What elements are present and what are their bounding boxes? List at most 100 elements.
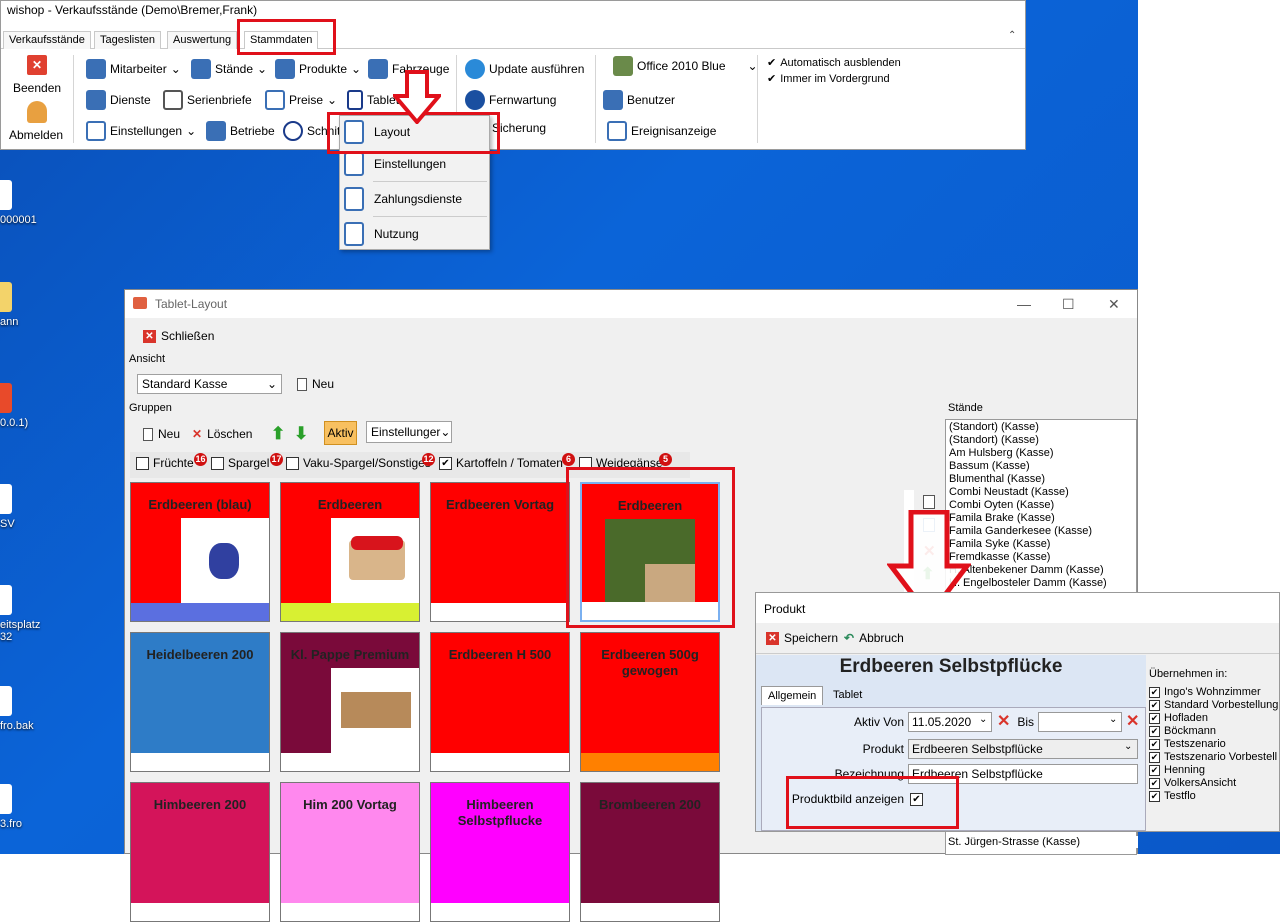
staende-list-item[interactable]: H. Engelbosteler Damm (Kasse): [949, 577, 1133, 590]
menu-item-zahlungsdienste[interactable]: Zahlungsdienste: [340, 183, 489, 215]
product-tile[interactable]: Erdbeeren 500g gewogen: [580, 632, 720, 772]
staende-list-item[interactable]: Bassum (Kasse): [949, 460, 1133, 473]
desktop-icon[interactable]: 3.fro: [0, 784, 44, 830]
menu-item-nutzung[interactable]: Nutzung: [340, 218, 489, 250]
ereignisanzeige-button[interactable]: Ereignisanzeige: [607, 121, 716, 141]
group-checkbox[interactable]: [286, 456, 299, 470]
fernwartung-button[interactable]: Fernwartung: [465, 90, 556, 110]
product-tile[interactable]: Him 200 Vortag: [280, 782, 420, 922]
uebernehmen-item[interactable]: ✔ Testszenario: [1149, 738, 1280, 751]
betriebe-button[interactable]: Betriebe: [206, 121, 275, 141]
group-checkbox[interactable]: [136, 456, 149, 470]
einstellungen-select[interactable]: Einstellunger ⌄: [366, 421, 452, 443]
theme-select[interactable]: Office 2010 Blue ⌄: [613, 56, 758, 76]
preise-button[interactable]: Preise ⌄: [265, 90, 337, 110]
tab-auswertung[interactable]: Auswertung: [167, 31, 238, 49]
new-doc-icon[interactable]: [923, 495, 935, 509]
uebernehmen-checkbox[interactable]: ✔: [1149, 765, 1160, 776]
ansicht-neu-button[interactable]: Neu: [297, 377, 334, 391]
move-down-icon[interactable]: ⬇: [294, 424, 308, 444]
product-tile[interactable]: Erdbeeren: [280, 482, 420, 622]
always-top-checkbox[interactable]: ✔ Immer im Vordergrund: [767, 72, 890, 86]
chevron-down-icon[interactable]: ⌄: [1109, 714, 1117, 725]
product-tile[interactable]: Heidelbeeren 200: [130, 632, 270, 772]
desktop-icon[interactable]: ann: [0, 282, 44, 328]
uebernehmen-item[interactable]: ✔ Böckmann: [1149, 725, 1280, 738]
desktop-icon[interactable]: 0.0.1): [0, 383, 44, 429]
uebernehmen-item[interactable]: ✔ Ingo's Wohnzimmer: [1149, 686, 1280, 699]
uebernehmen-item[interactable]: ✔ VolkersAnsicht: [1149, 777, 1280, 790]
sicherung-button[interactable]: Sicherung: [492, 121, 546, 135]
product-tile[interactable]: Himbeeren 200: [130, 782, 270, 922]
uebernehmen-item[interactable]: ✔ Testflo: [1149, 790, 1280, 803]
product-tile[interactable]: Kl. Pappe Premium: [280, 632, 420, 772]
schliessen-button[interactable]: ✕ Schließen: [143, 329, 214, 343]
staende-list-item[interactable]: Combi Oyten (Kasse): [949, 499, 1133, 512]
mitarbeiter-button[interactable]: Mitarbeiter ⌄: [86, 59, 181, 79]
uebernehmen-checkbox[interactable]: ✔: [1149, 791, 1160, 802]
staende-list-item[interactable]: Famila Syke (Kasse): [949, 538, 1133, 551]
benutzer-button[interactable]: Benutzer: [603, 90, 675, 110]
uebernehmen-checkbox[interactable]: ✔: [1149, 726, 1160, 737]
staende-list-item[interactable]: Fremdkasse (Kasse): [949, 551, 1133, 564]
uebernehmen-checkbox[interactable]: ✔: [1149, 713, 1160, 724]
produkte-button[interactable]: Produkte ⌄: [275, 59, 361, 79]
uebernehmen-checkbox[interactable]: ✔: [1149, 739, 1160, 750]
uebernehmen-checkbox[interactable]: ✔: [1149, 752, 1160, 763]
group-checkbox[interactable]: [211, 456, 224, 470]
uebernehmen-item[interactable]: ✔ Standard Vorbestellung: [1149, 699, 1280, 712]
close-window-icon[interactable]: ✕: [1108, 296, 1120, 313]
staende-list-item[interactable]: Am Hulsberg (Kasse): [949, 447, 1133, 460]
beenden-button[interactable]: Beenden: [13, 81, 61, 95]
product-tile[interactable]: Himbeeren Selbstpflucke: [430, 782, 570, 922]
group-checkbox[interactable]: ✔: [439, 456, 452, 470]
tab-tageslisten[interactable]: Tageslisten: [94, 31, 162, 49]
uebernehmen-item[interactable]: ✔ Hofladen: [1149, 712, 1280, 725]
staende-list-item[interactable]: Combi Neustadt (Kasse): [949, 486, 1133, 499]
tab-allgemein[interactable]: Allgemein: [761, 686, 824, 705]
product-tile[interactable]: Erdbeeren H 500: [430, 632, 570, 772]
serienbriefe-button[interactable]: Serienbriefe: [163, 90, 252, 110]
ansicht-select[interactable]: Standard Kasse ⌄: [137, 374, 282, 394]
clear-date-icon[interactable]: ✕: [1126, 711, 1139, 731]
desktop-icon[interactable]: fro.bak: [0, 686, 44, 732]
update-button[interactable]: Update ausführen: [465, 59, 584, 79]
speichern-button[interactable]: ✕ Speichern: [766, 631, 838, 645]
product-tile[interactable]: Brombeeren 200: [580, 782, 720, 922]
produkt-select[interactable]: Erdbeeren Selbstpflücke: [908, 739, 1138, 759]
einstellungen-button[interactable]: Einstellungen ⌄: [86, 121, 196, 141]
staende-list-item[interactable]: Famila Ganderkesee (Kasse): [949, 525, 1133, 538]
gruppe-loeschen-button[interactable]: ✕ Löschen: [192, 427, 252, 441]
abbruch-button[interactable]: ↶ Abbruch: [844, 631, 904, 645]
desktop-icon[interactable]: 000001: [0, 180, 44, 226]
gruppe-neu-button[interactable]: Neu: [143, 427, 180, 441]
maximize-icon[interactable]: ☐: [1062, 296, 1075, 313]
chevron-down-icon[interactable]: ⌄: [979, 714, 987, 725]
product-tile[interactable]: Erdbeeren Vortag: [430, 482, 570, 622]
uebernehmen-item[interactable]: ✔ Testszenario Vorbestell: [1149, 751, 1280, 764]
close-icon[interactable]: ✕: [27, 55, 47, 75]
group-tab-spargel[interactable]: Spargel: [211, 456, 269, 470]
uebernehmen-checkbox[interactable]: ✔: [1149, 778, 1160, 789]
staende-button[interactable]: Stände ⌄: [191, 59, 267, 79]
tab-tablet[interactable]: Tablet: [833, 689, 862, 701]
staende-list-item[interactable]: Blumenthal (Kasse): [949, 473, 1133, 486]
product-tile[interactable]: Erdbeeren (blau): [130, 482, 270, 622]
uebernehmen-item[interactable]: ✔ Henning: [1149, 764, 1280, 777]
staende-list-item[interactable]: (Standort) (Kasse): [949, 421, 1133, 434]
group-tab-kartoffeln[interactable]: ✔ Kartoffeln / Tomaten: [439, 456, 563, 470]
desktop-icon[interactable]: SV: [0, 484, 44, 530]
group-tab-vaku-spargel[interactable]: Vaku-Spargel/Sonstiges: [286, 456, 431, 470]
dienste-button[interactable]: Dienste: [86, 90, 151, 110]
staende-list-item[interactable]: Famila Brake (Kasse): [949, 512, 1133, 525]
desktop-icon[interactable]: eitsplatz 32: [0, 585, 44, 643]
aktiv-toggle[interactable]: Aktiv: [324, 421, 357, 445]
tab-verkaufsstaende[interactable]: Verkaufsstände: [3, 31, 91, 49]
staende-list-item[interactable]: H. Altenbekener Damm (Kasse): [949, 564, 1133, 577]
minimize-icon[interactable]: —: [1017, 296, 1031, 312]
move-up-icon[interactable]: ⬆: [271, 424, 285, 444]
auto-hide-checkbox[interactable]: ✔ Automatisch ausblenden: [767, 56, 901, 70]
collapse-ribbon-icon[interactable]: ⌃: [1008, 30, 1016, 41]
group-tab-fruechte[interactable]: Früchte: [136, 456, 194, 470]
abmelden-button[interactable]: Abmelden: [9, 128, 63, 142]
